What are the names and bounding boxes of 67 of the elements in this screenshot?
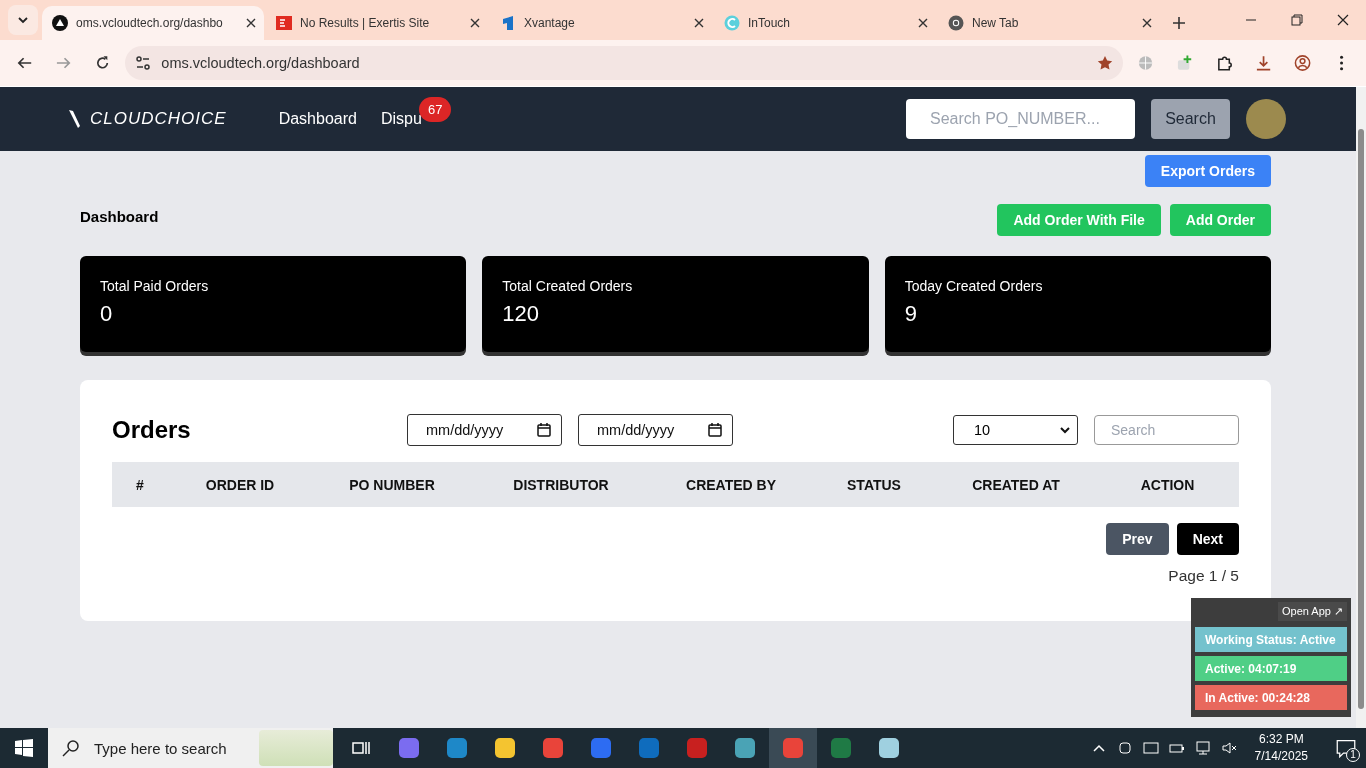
muted-speaker-icon[interactable] xyxy=(1220,740,1237,756)
column-header: STATUS xyxy=(846,476,902,493)
page-indicator: Page 1 / 5 xyxy=(1168,567,1239,584)
prev-button[interactable]: Prev xyxy=(1106,523,1169,555)
address-bar[interactable]: oms.vcloudtech.org/dashboard xyxy=(125,46,1124,80)
notifications-button[interactable]: 1 xyxy=(1326,728,1366,768)
chevron-down-icon xyxy=(17,14,29,26)
close-icon[interactable] xyxy=(1142,18,1152,28)
browser-tab[interactable]: oms.vcloudtech.org/dashbo xyxy=(42,6,264,40)
page-title: Dashboard xyxy=(80,207,160,225)
tab-search-button[interactable] xyxy=(8,5,38,35)
status-row: Active: 04:07:19 xyxy=(1195,656,1347,681)
close-icon[interactable] xyxy=(918,18,928,28)
triangle-logo-icon xyxy=(52,15,68,31)
browser-logo-icon xyxy=(948,15,964,31)
plus-icon[interactable] xyxy=(1172,16,1186,30)
star-icon[interactable] xyxy=(1097,55,1114,71)
column-header: # xyxy=(135,476,145,493)
flag-logo-icon xyxy=(500,15,516,31)
taskbar-search-field[interactable]: Type here to search xyxy=(48,728,333,768)
browser-tab[interactable]: No Results | Exertis Site xyxy=(266,6,488,40)
clock[interactable]: 6:32 PM 7/14/2025 xyxy=(1254,731,1308,765)
column-header: ACTION xyxy=(1139,476,1196,493)
windows-logo-icon xyxy=(15,739,33,757)
brand-logo[interactable]: CLOUDCHOICE xyxy=(90,109,227,129)
column-header: PO NUMBER xyxy=(348,476,436,493)
page-size-select[interactable]: 10 xyxy=(953,415,1078,445)
search-field[interactable]: Search PO_NUMBER... xyxy=(906,99,1135,139)
network-icon[interactable] xyxy=(1194,740,1211,756)
date-field[interactable]: mm/dd/yyyy xyxy=(578,414,733,446)
site-settings-icon[interactable] xyxy=(135,55,152,71)
browser-tab[interactable]: InTouch xyxy=(714,6,936,40)
column-header: CREATED BY xyxy=(685,476,777,493)
caret-icon xyxy=(1059,424,1071,436)
column-header: CREATED AT xyxy=(971,476,1061,493)
stat-value: 120 xyxy=(502,301,541,327)
search-icon xyxy=(62,739,80,757)
status-row: In Active: 00:24:28 xyxy=(1195,685,1347,710)
search-button[interactable]: Search xyxy=(1151,99,1230,139)
nav-link[interactable]: Dashboard xyxy=(278,110,357,127)
close-icon[interactable] xyxy=(246,18,256,28)
search-field[interactable]: Search xyxy=(1094,415,1239,445)
next-button[interactable]: Next xyxy=(1176,523,1239,555)
stat-label: Total Paid Orders xyxy=(100,278,210,294)
stat-label: Today Created Orders xyxy=(904,278,1044,294)
stat-label: Total Created Orders xyxy=(502,278,634,294)
browser-tab[interactable]: Xvantage xyxy=(490,6,712,40)
close-icon[interactable] xyxy=(694,18,704,28)
display-icon[interactable] xyxy=(1142,740,1159,756)
section-title: Orders xyxy=(112,416,192,444)
calendar-icon[interactable] xyxy=(708,423,722,437)
column-header: ORDER ID xyxy=(204,476,276,493)
open-app-button[interactable]: Open App ↗ xyxy=(1278,602,1347,621)
calendar-icon[interactable] xyxy=(537,423,551,437)
date-field[interactable]: mm/dd/yyyy xyxy=(407,414,562,446)
chat-bubble-icon xyxy=(1336,738,1356,758)
avatar[interactable] xyxy=(1246,99,1286,139)
browser-tab[interactable]: New Tab xyxy=(938,6,1160,40)
close-icon[interactable] xyxy=(470,18,480,28)
scrollbar-thumb[interactable] xyxy=(1358,129,1364,709)
stat-value: 0 xyxy=(100,301,114,327)
circle-logo-icon xyxy=(724,15,740,31)
export-button[interactable]: Export Orders xyxy=(1144,155,1271,187)
column-header: DISTRIBUTOR xyxy=(512,476,610,493)
status-row: Working Status: Active xyxy=(1195,627,1347,652)
stat-value: 9 xyxy=(904,301,918,327)
site-logo-icon xyxy=(276,15,292,31)
